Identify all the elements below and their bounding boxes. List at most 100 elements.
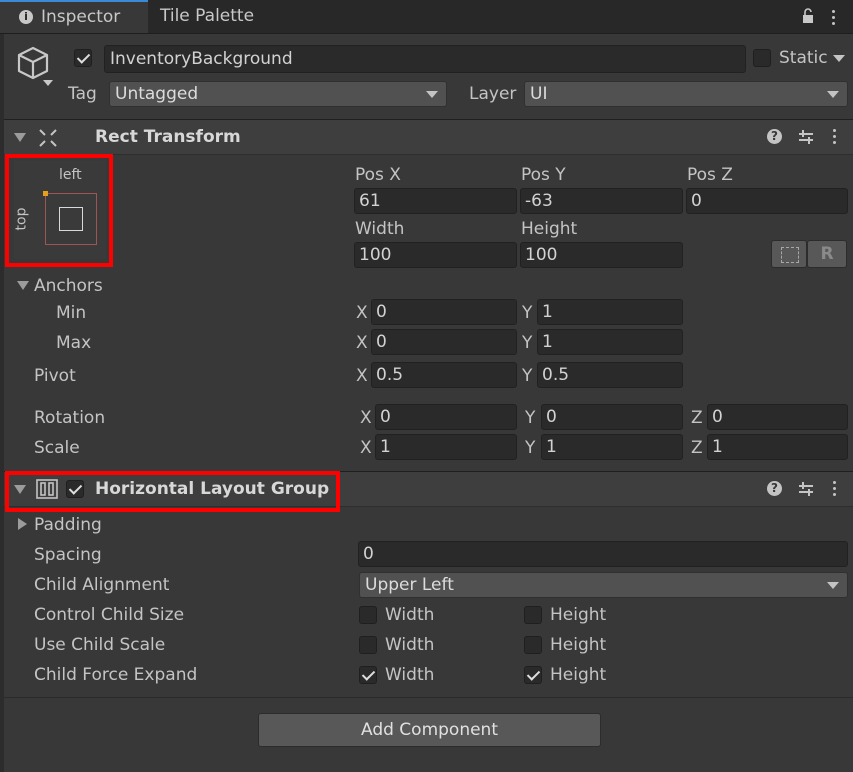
min-y-label: Y bbox=[522, 303, 533, 323]
gameobject-active-checkbox[interactable] bbox=[74, 49, 92, 67]
height-field[interactable]: 100 bbox=[520, 242, 683, 268]
child-alignment-dropdown[interactable]: Upper Left bbox=[359, 572, 848, 598]
rect-transform-title: Rect Transform bbox=[95, 127, 241, 147]
help-icon[interactable]: ? bbox=[767, 481, 782, 496]
child-alignment-label: Child Alignment bbox=[34, 575, 170, 595]
pivot-y-field[interactable]: 0.5 bbox=[537, 362, 683, 388]
tag-dropdown[interactable]: Untagged bbox=[109, 81, 447, 107]
control-size-height-checkbox[interactable] bbox=[524, 606, 542, 624]
chevron-down-icon bbox=[426, 91, 438, 98]
force-expand-width-label: Width bbox=[385, 665, 435, 685]
pivot-y-label: Y bbox=[522, 366, 533, 386]
max-y-label: Y bbox=[522, 333, 533, 353]
divider bbox=[4, 697, 853, 698]
lock-icon[interactable] bbox=[802, 8, 814, 24]
static-dropdown-arrow-icon[interactable] bbox=[833, 55, 845, 62]
component-menu-icon[interactable] bbox=[833, 129, 837, 147]
force-expand-height-checkbox[interactable] bbox=[524, 666, 542, 684]
max-x-label: X bbox=[356, 333, 368, 353]
rotation-y-field[interactable]: 0 bbox=[541, 404, 683, 430]
layer-label: Layer bbox=[469, 84, 517, 104]
max-label: Max bbox=[56, 333, 92, 353]
anchors-foldout-icon[interactable] bbox=[17, 281, 29, 290]
presets-icon[interactable] bbox=[798, 481, 814, 497]
pos-x-field[interactable]: 61 bbox=[354, 188, 517, 214]
scale-z-field[interactable]: 1 bbox=[707, 434, 848, 460]
control-size-width-checkbox[interactable] bbox=[359, 606, 377, 624]
anchors-label[interactable]: Anchors bbox=[34, 275, 103, 297]
child-alignment-value: Upper Left bbox=[365, 575, 454, 595]
width-label: Width bbox=[355, 219, 405, 239]
more-options-icon[interactable] bbox=[832, 10, 836, 28]
min-y-field[interactable]: 1 bbox=[537, 299, 683, 325]
chevron-down-icon bbox=[827, 91, 839, 98]
height-label: Height bbox=[521, 219, 578, 239]
pivot-label: Pivot bbox=[34, 366, 76, 386]
gameobject-cube-icon[interactable] bbox=[15, 46, 55, 86]
rotation-z-field[interactable]: 0 bbox=[707, 404, 848, 430]
info-icon: i bbox=[19, 10, 33, 24]
rotation-x-label: X bbox=[360, 408, 372, 428]
static-label: Static bbox=[779, 48, 828, 68]
use-scale-height-checkbox[interactable] bbox=[524, 636, 542, 654]
use-child-scale-label: Use Child Scale bbox=[34, 635, 166, 655]
max-y-field[interactable]: 1 bbox=[537, 329, 683, 355]
pivot-x-field[interactable]: 0.5 bbox=[371, 362, 517, 388]
min-label: Min bbox=[56, 303, 87, 323]
rotation-x-field[interactable]: 0 bbox=[375, 404, 517, 430]
pivot-x-label: X bbox=[356, 366, 368, 386]
rect-transform-header[interactable]: Rect Transform ? bbox=[4, 119, 853, 155]
pos-y-label: Pos Y bbox=[521, 165, 566, 185]
component-menu-icon[interactable] bbox=[833, 481, 837, 499]
left-edge bbox=[0, 34, 4, 772]
padding-label[interactable]: Padding bbox=[34, 514, 102, 536]
help-icon[interactable]: ? bbox=[767, 129, 782, 144]
max-x-field[interactable]: 0 bbox=[371, 329, 517, 355]
width-field[interactable]: 100 bbox=[354, 242, 517, 268]
min-x-field[interactable]: 0 bbox=[371, 299, 517, 325]
tag-value: Untagged bbox=[115, 84, 199, 104]
highlight-box-anchor-preset bbox=[5, 154, 113, 267]
padding-foldout-icon[interactable] bbox=[18, 518, 27, 530]
tag-label: Tag bbox=[68, 84, 97, 104]
tab-bar: i Inspector Tile Palette bbox=[0, 0, 853, 34]
pos-z-field[interactable]: 0 bbox=[686, 188, 848, 214]
blueprint-mode-button[interactable] bbox=[771, 240, 807, 268]
control-child-size-label: Control Child Size bbox=[34, 605, 185, 625]
foldout-arrow-icon[interactable] bbox=[14, 133, 26, 142]
child-force-expand-label: Child Force Expand bbox=[34, 665, 198, 685]
raw-edit-button[interactable]: R bbox=[807, 240, 847, 268]
gameobject-name-field[interactable]: InventoryBackground bbox=[104, 45, 746, 73]
control-size-height-label: Height bbox=[550, 605, 607, 625]
use-scale-width-checkbox[interactable] bbox=[359, 636, 377, 654]
chevron-down-icon bbox=[827, 582, 839, 589]
pos-z-label: Pos Z bbox=[687, 165, 733, 185]
pos-x-label: Pos X bbox=[355, 165, 401, 185]
scale-z-label: Z bbox=[691, 438, 703, 458]
tab-inspector-label: Inspector bbox=[41, 7, 121, 27]
tab-inspector[interactable]: i Inspector bbox=[0, 0, 148, 33]
scale-label: Scale bbox=[34, 438, 80, 458]
spacing-label: Spacing bbox=[34, 545, 102, 565]
highlight-box-layout-group bbox=[5, 471, 340, 512]
scale-x-label: X bbox=[360, 438, 372, 458]
rotation-y-label: Y bbox=[525, 408, 536, 428]
static-checkbox[interactable] bbox=[753, 49, 771, 67]
scale-y-label: Y bbox=[525, 438, 536, 458]
tab-tile-palette[interactable]: Tile Palette bbox=[160, 0, 254, 33]
pos-y-field[interactable]: -63 bbox=[520, 188, 683, 214]
min-x-label: X bbox=[356, 303, 368, 323]
layer-dropdown[interactable]: UI bbox=[524, 81, 848, 107]
force-expand-width-checkbox[interactable] bbox=[359, 666, 377, 684]
spacing-field[interactable]: 0 bbox=[358, 541, 848, 567]
rotation-z-label: Z bbox=[691, 408, 703, 428]
use-scale-height-label: Height bbox=[550, 635, 607, 655]
force-expand-height-label: Height bbox=[550, 665, 607, 685]
scale-y-field[interactable]: 1 bbox=[541, 434, 683, 460]
use-scale-width-label: Width bbox=[385, 635, 435, 655]
scale-x-field[interactable]: 1 bbox=[375, 434, 517, 460]
add-component-button[interactable]: Add Component bbox=[258, 713, 601, 747]
control-size-width-label: Width bbox=[385, 605, 435, 625]
presets-icon[interactable] bbox=[798, 129, 814, 145]
rotation-label: Rotation bbox=[34, 408, 106, 428]
